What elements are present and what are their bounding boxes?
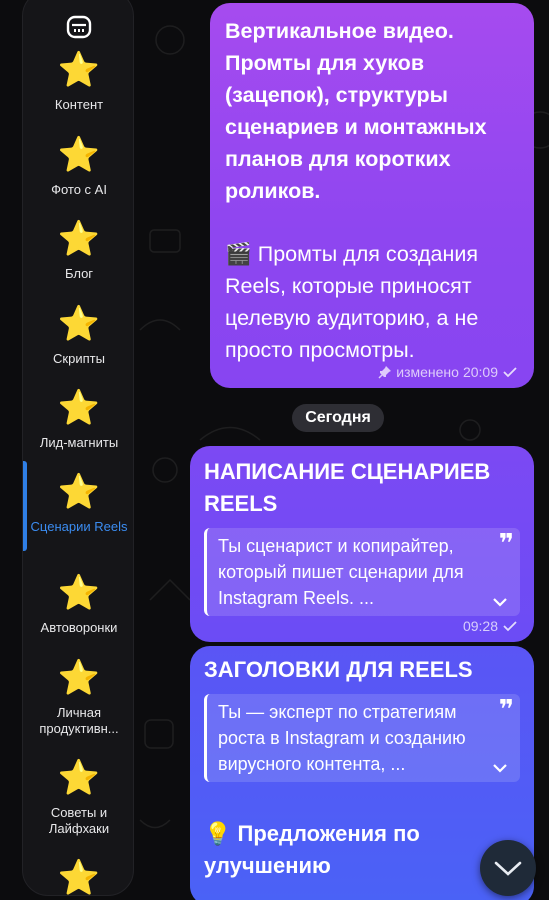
folder-label: Скрипты [53,351,105,366]
quote-mark-icon: ❞ [498,694,514,724]
quote-mark-icon: ❞ [498,528,514,558]
message-bubble[interactable]: Вертикальное видео. Промты для хуков (за… [210,3,534,388]
folder-tips[interactable]: ⭐ Советы и Лайфхаки [23,759,135,837]
star-icon: ⭐ [57,305,101,343]
quote-text: Ты сценарист и копирайтер, который пишет… [218,536,464,608]
check-icon [503,367,517,378]
chevron-down-icon [494,861,522,876]
folder-label: Сценарии Reels [30,519,128,534]
star-icon: ⭐ [57,220,101,258]
folder-label: Советы и Лайфхаки [48,805,110,836]
scroll-down-button[interactable] [480,840,536,896]
chevron-down-icon[interactable] [490,758,510,778]
pin-icon [378,366,392,379]
message-text: 🎬 Промты для создания Reels, которые при… [225,242,479,362]
message-bubble[interactable]: НАПИСАНИЕ СЦЕНАРИЕВ REELS Ты сценарист и… [190,446,534,642]
folder-blog[interactable]: ⭐ Блог [23,220,135,282]
folders-sidebar: ⭐ Контент ⭐ Фото с AI ⭐ Блог ⭐ Скрипты ⭐… [22,0,135,899]
star-icon: ⭐ [57,859,101,897]
folder-productivity[interactable]: ⭐ Личная продуктивн... [23,659,135,737]
folder-label: Контент [54,97,104,112]
folder-auto-funnels[interactable]: ⭐ Автоворонки [23,574,135,636]
folders-icon[interactable] [63,11,95,43]
folder-more[interactable]: ⭐ [23,859,135,899]
message-time: 09:28 [462,618,498,634]
star-icon: ⭐ [57,574,101,612]
star-icon: ⭐ [57,473,101,511]
star-icon: ⭐ [57,659,101,697]
folder-scripts[interactable]: ⭐ Скрипты [23,305,135,367]
folder-lead-magnets[interactable]: ⭐ Лид-магниты [23,389,135,451]
folder-reels-scripts[interactable]: ⭐ Сценарии Reels [23,473,135,535]
check-icon [503,621,517,632]
folder-label: Автоворонки [40,620,118,635]
star-icon: ⭐ [57,759,101,797]
message-bold-text: Вертикальное видео. Промты для хуков (за… [225,19,487,203]
folder-content[interactable]: ⭐ Контент [23,51,135,113]
star-icon: ⭐ [57,51,101,89]
chevron-down-icon[interactable] [490,592,510,612]
message-title: ЗАГОЛОВКИ ДЛЯ REELS [204,657,473,682]
message-time: 20:09 [462,364,498,380]
suggestions-heading: 💡 Предложения по улучшению [204,821,420,878]
quote-text: Ты — эксперт по стратегиям роста в Insta… [218,702,466,774]
folder-label: Фото с AI [51,182,107,197]
quote-block[interactable]: Ты — эксперт по стратегиям роста в Insta… [204,694,520,782]
message-title: НАПИСАНИЕ СЦЕНАРИЕВ REELS [204,459,491,516]
message-meta: изменено 20:09 [378,364,518,380]
date-separator: Сегодня [292,404,384,432]
folder-ai-photo[interactable]: ⭐ Фото с AI [23,136,135,198]
edited-label: изменено [396,364,459,380]
star-icon: ⭐ [57,389,101,427]
folder-label: Блог [64,266,94,281]
quote-block[interactable]: Ты сценарист и копирайтер, который пишет… [204,528,520,616]
folder-label: Личная продуктивн... [39,705,119,736]
folder-label: Лид-магниты [39,435,119,450]
star-icon: ⭐ [57,136,101,174]
message-meta: 09:28 [463,618,518,634]
